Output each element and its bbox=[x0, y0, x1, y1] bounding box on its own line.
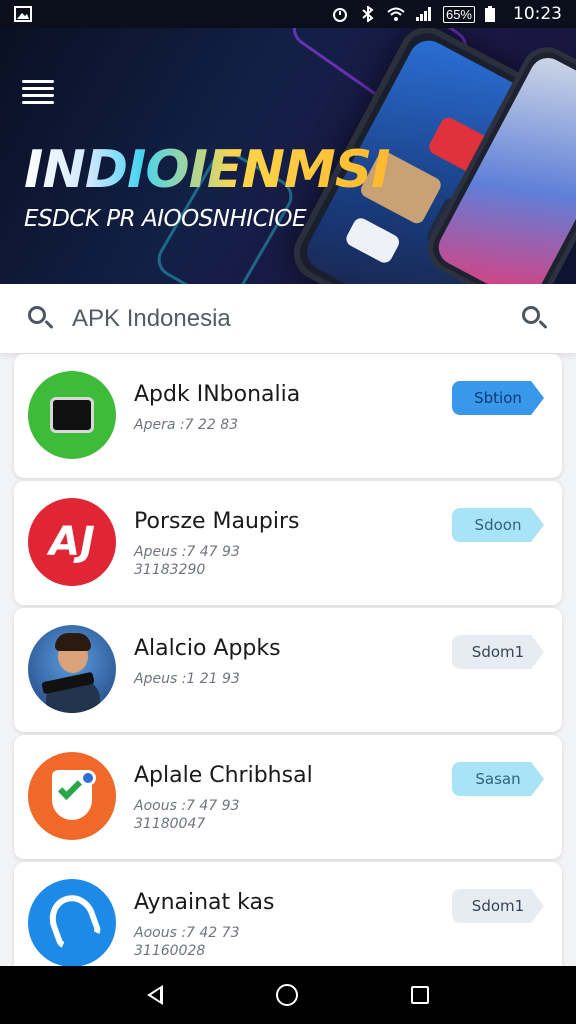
banner-title: INDIOIENMSI bbox=[24, 140, 391, 200]
wifi-icon bbox=[387, 6, 405, 22]
search-input[interactable] bbox=[72, 304, 520, 333]
app-meta: Aoous :7 42 73 31160028 bbox=[134, 924, 239, 960]
download-button[interactable]: Sbtion bbox=[452, 381, 544, 415]
app-meta-line: Aoous :7 42 73 bbox=[134, 925, 240, 941]
recent-apps-icon[interactable] bbox=[411, 986, 430, 1004]
download-button[interactable]: Sdom1 bbox=[452, 635, 544, 669]
app-name: Aplale Chribhsal bbox=[134, 763, 313, 788]
app-meta-line: Apeus :7 47 93 bbox=[134, 544, 240, 560]
banner-subtitle: ESDCK PR AIOOSNHICIOE bbox=[24, 206, 307, 232]
app-name: Porsze Maupirs bbox=[134, 509, 300, 534]
app-icon bbox=[28, 879, 116, 967]
list-item[interactable]: AJ Porsze Maupirs Apeus :7 47 93 3118329… bbox=[14, 481, 562, 605]
battery-icon bbox=[485, 6, 503, 22]
hamburger-menu-icon[interactable] bbox=[22, 80, 54, 104]
download-button[interactable]: Sdom1 bbox=[452, 889, 544, 923]
signal-icon bbox=[415, 6, 433, 22]
app-meta: Apeus :1 21 93 bbox=[134, 670, 240, 688]
battery-percent: 65% bbox=[442, 5, 475, 23]
app-meta-line: Apera :7 22 83 bbox=[134, 417, 239, 433]
download-button[interactable]: Sdoon bbox=[452, 508, 544, 542]
system-nav-bar bbox=[0, 966, 576, 1024]
app-root: 65% 10:23 INDIOIENMSI ESDCK PR AIOOSNHIC… bbox=[0, 0, 576, 1024]
app-name: Aynainat kas bbox=[134, 890, 275, 915]
hero-banner: INDIOIENMSI ESDCK PR AIOOSNHICIOE bbox=[0, 28, 576, 284]
list-item[interactable]: Alalcio Appks Apeus :1 21 93 Sdom1 bbox=[14, 608, 562, 732]
app-meta-line: Aoous :7 47 93 bbox=[134, 798, 240, 814]
app-meta: Aoous :7 47 93 31180047 bbox=[134, 797, 239, 833]
list-item[interactable]: Apdk INbonalia Apera :7 22 83 Sbtion bbox=[14, 354, 562, 478]
app-name: Alalcio Appks bbox=[134, 636, 281, 661]
logo-glyph: AJ bbox=[49, 519, 95, 565]
download-button[interactable]: Sasan bbox=[452, 762, 544, 796]
alarm-icon bbox=[331, 6, 349, 22]
app-meta-line: 31183290 bbox=[134, 562, 206, 578]
app-name: Apdk INbonalia bbox=[134, 382, 301, 407]
search-icon bbox=[26, 304, 56, 334]
bluetooth-icon bbox=[359, 5, 377, 23]
home-icon[interactable] bbox=[275, 984, 298, 1006]
back-icon[interactable] bbox=[146, 985, 163, 1005]
app-list: Apdk INbonalia Apera :7 22 83 Sbtion AJ … bbox=[14, 354, 562, 989]
app-icon: AJ bbox=[28, 498, 116, 586]
shield-check-icon bbox=[28, 752, 116, 840]
app-meta-line: 31180047 bbox=[134, 816, 206, 832]
app-meta-line: Apeus :1 21 93 bbox=[134, 671, 240, 687]
app-icon bbox=[28, 371, 116, 459]
search-submit-icon[interactable] bbox=[520, 304, 550, 334]
clock-time: 10:23 bbox=[513, 4, 562, 24]
image-icon bbox=[14, 6, 32, 22]
list-item[interactable]: Aplale Chribhsal Aoous :7 47 93 31180047… bbox=[14, 735, 562, 859]
app-meta-line: 31160028 bbox=[134, 943, 206, 959]
app-meta: Apera :7 22 83 bbox=[134, 416, 238, 434]
app-icon bbox=[28, 625, 116, 713]
search-bar bbox=[0, 284, 576, 354]
status-bar: 65% 10:23 bbox=[0, 0, 576, 28]
app-meta: Apeus :7 47 93 31183290 bbox=[134, 543, 240, 579]
